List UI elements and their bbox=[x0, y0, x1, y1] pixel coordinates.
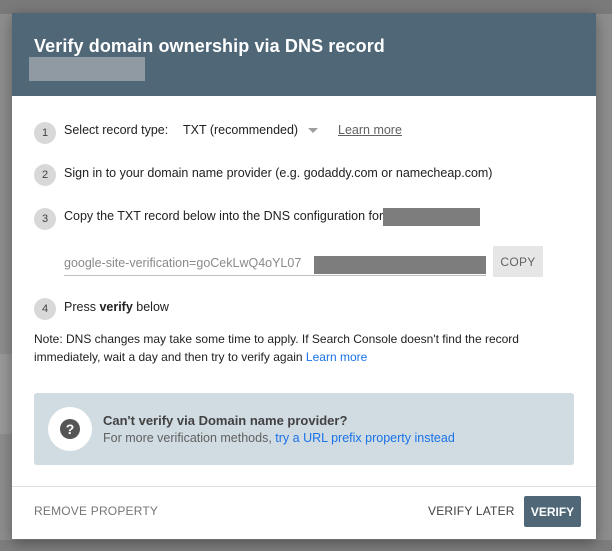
copy-button[interactable]: COPY bbox=[493, 246, 543, 277]
redacted-domain bbox=[29, 57, 145, 81]
step-4-text-before: Press bbox=[64, 300, 100, 314]
url-prefix-link[interactable]: try a URL prefix property instead bbox=[275, 431, 454, 445]
step-3-text: Copy the TXT record below into the DNS c… bbox=[64, 209, 384, 223]
dialog-header: Verify domain ownership via DNS record bbox=[12, 13, 596, 96]
help-icon-circle: ? bbox=[48, 407, 92, 451]
background-topbar bbox=[0, 0, 612, 14]
alternative-method-box: ? Can't verify via Domain name provider?… bbox=[34, 393, 574, 465]
verify-button[interactable]: VERIFY bbox=[524, 496, 581, 527]
remove-property-button[interactable]: REMOVE PROPERTY bbox=[34, 504, 158, 518]
info-box-title: Can't verify via Domain name provider? bbox=[103, 413, 348, 428]
info-box-subtext: For more verification methods, try a URL… bbox=[103, 431, 455, 445]
help-icon: ? bbox=[60, 419, 80, 439]
record-type-select[interactable]: TXT (recommended) bbox=[183, 123, 319, 137]
background-card bbox=[0, 354, 12, 434]
info-box-subtext-prefix: For more verification methods, bbox=[103, 431, 276, 445]
redacted-domain-name bbox=[383, 208, 480, 226]
step-number-4: 4 bbox=[34, 298, 56, 320]
dns-note: Note: DNS changes may take some time to … bbox=[34, 330, 554, 366]
verify-later-button[interactable]: VERIFY LATER bbox=[428, 504, 515, 518]
verify-dns-dialog: Verify domain ownership via DNS record 1… bbox=[12, 13, 596, 539]
redacted-txt-record bbox=[314, 256, 486, 274]
learn-more-link[interactable]: Learn more bbox=[338, 123, 402, 137]
step-2-text: Sign in to your domain name provider (e.… bbox=[64, 166, 493, 180]
step-4-text-after: below bbox=[132, 300, 169, 314]
step-4-text-bold: verify bbox=[99, 300, 133, 314]
step-number-1: 1 bbox=[34, 122, 56, 144]
txt-record-value: google-site-verification=goCekLwQ4oYL07 bbox=[64, 256, 302, 270]
record-type-value: TXT (recommended) bbox=[183, 123, 299, 137]
dialog-title: Verify domain ownership via DNS record bbox=[34, 36, 385, 56]
note-learn-more-link[interactable]: Learn more bbox=[306, 350, 367, 364]
background-footer bbox=[0, 540, 612, 551]
footer-divider bbox=[12, 486, 596, 487]
dns-note-text: Note: DNS changes may take some time to … bbox=[34, 332, 519, 364]
dropdown-caret-icon bbox=[308, 127, 319, 133]
step-1-text: Select record type: bbox=[64, 123, 169, 137]
step-number-2: 2 bbox=[34, 164, 56, 186]
step-4-text: Press verify below bbox=[64, 300, 169, 314]
step-number-3: 3 bbox=[34, 208, 56, 230]
